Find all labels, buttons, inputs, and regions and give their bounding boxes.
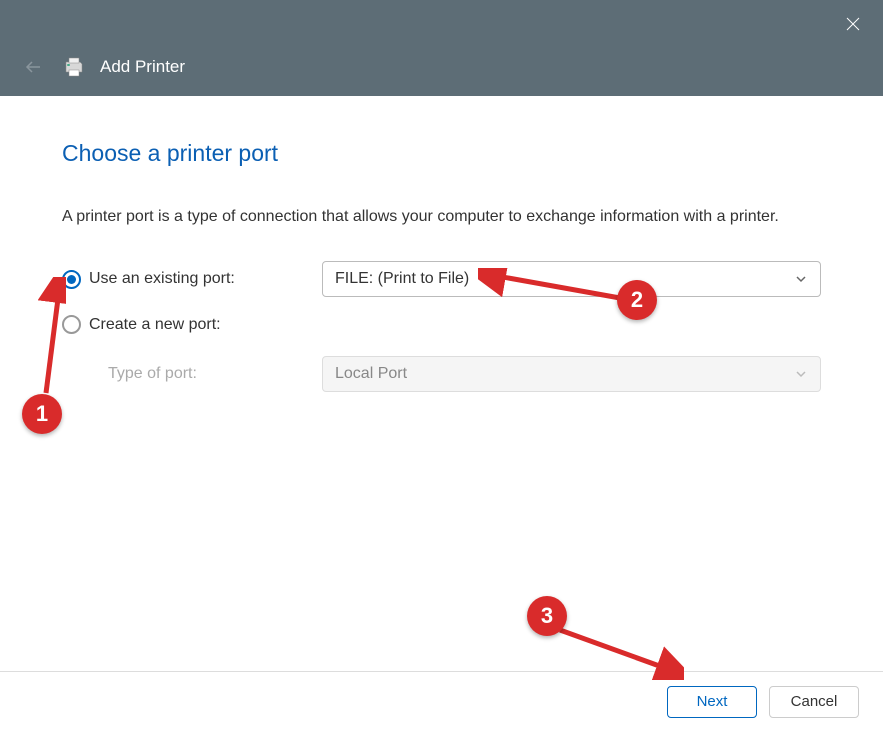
footer: Next Cancel <box>0 671 883 731</box>
existing-port-value: FILE: (Print to File) <box>335 270 469 288</box>
next-button[interactable]: Next <box>667 686 757 718</box>
existing-port-radio-group[interactable]: Use an existing port: <box>62 270 322 289</box>
annotation-badge-3: 3 <box>527 596 567 636</box>
header-title: Add Printer <box>100 57 185 77</box>
cancel-button[interactable]: Cancel <box>769 686 859 718</box>
back-button[interactable] <box>22 56 44 78</box>
annotation-badge-2: 2 <box>617 280 657 320</box>
content-area: Choose a printer port A printer port is … <box>0 96 883 392</box>
create-port-row: Create a new port: <box>62 315 821 334</box>
back-arrow-icon <box>23 57 43 77</box>
existing-port-label: Use an existing port: <box>89 270 235 288</box>
port-type-label: Type of port: <box>108 365 197 382</box>
chevron-down-icon <box>794 272 808 286</box>
create-port-label: Create a new port: <box>89 316 221 334</box>
create-port-radio-group[interactable]: Create a new port: <box>62 315 322 334</box>
annotation-arrow-3 <box>554 624 684 680</box>
port-type-value: Local Port <box>335 365 407 383</box>
page-description: A printer port is a type of connection t… <box>62 205 821 229</box>
chevron-down-icon <box>794 367 808 381</box>
titlebar: Add Printer <box>0 0 883 96</box>
port-type-select: Local Port <box>322 356 821 392</box>
close-button[interactable] <box>841 12 865 36</box>
annotation-arrow-1 <box>38 277 66 397</box>
port-type-row: Type of port: Local Port <box>62 356 821 392</box>
existing-port-row: Use an existing port: FILE: (Print to Fi… <box>62 261 821 297</box>
annotation-badge-1: 1 <box>22 394 62 434</box>
close-icon <box>845 16 861 32</box>
page-title: Choose a printer port <box>62 140 821 167</box>
annotation-arrow-2 <box>478 268 628 310</box>
printer-icon <box>62 56 88 78</box>
header-row: Add Printer <box>0 56 185 96</box>
